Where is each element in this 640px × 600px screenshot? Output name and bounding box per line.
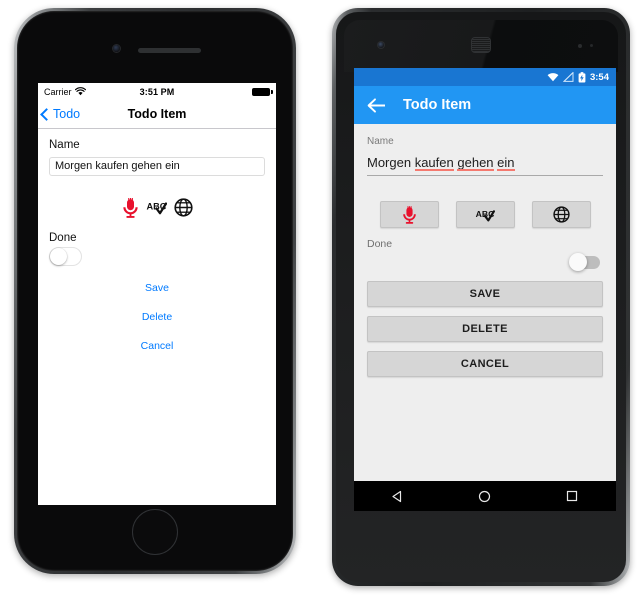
misspelled-word: gehen [457, 155, 494, 171]
spellcheck-button[interactable]: ABC [455, 201, 515, 228]
light-sensor [590, 44, 593, 47]
signal-icon [562, 72, 574, 82]
ios-nav-bar: Todo Todo Item [38, 100, 276, 129]
action-links: Save Delete Cancel [49, 282, 265, 352]
translate-button[interactable] [531, 201, 591, 228]
status-time: 3:51 PM [139, 86, 175, 97]
proximity-sensor [578, 44, 582, 48]
misspelled-word: ein [497, 155, 515, 171]
wifi-icon [547, 73, 559, 82]
iphone-screen: Carrier 3:51 PM Todo Todo Item Name Morg… [38, 83, 276, 505]
earpiece-speaker [138, 48, 201, 53]
iphone-bezel: Carrier 3:51 PM Todo Todo Item Name Morg… [17, 11, 293, 571]
page-title: Todo Item [403, 97, 472, 113]
android-back-icon[interactable] [381, 481, 415, 511]
done-toggle[interactable] [49, 246, 82, 266]
toggle-thumb [50, 247, 67, 265]
android-screen: 3:54 Todo Item Name Morgen kaufen gehen … [354, 68, 616, 511]
save-button[interactable]: SAVE [367, 281, 603, 307]
android-app-bar: Todo Item [354, 86, 616, 124]
spellcheck-icon[interactable]: ABC [146, 199, 167, 216]
battery-icon [252, 87, 273, 96]
arrow-left-icon[interactable] [367, 97, 386, 113]
front-camera [113, 45, 120, 52]
iphone-device: Carrier 3:51 PM Todo Todo Item Name Morg… [14, 8, 296, 574]
name-input[interactable]: Morgen kaufen gehen ein [367, 154, 603, 176]
icon-button-row: ABC [367, 201, 603, 228]
name-input-value: Morgen kaufen gehen ein [367, 155, 515, 171]
globe-icon [552, 206, 570, 223]
dual-phone-mockup: Carrier 3:51 PM Todo Todo Item Name Morg… [0, 0, 640, 600]
page-title: Todo Item [127, 107, 187, 121]
microphone-icon [402, 205, 417, 224]
delete-button[interactable]: DELETE [367, 316, 603, 342]
ios-content: Name Morgen kaufen gehen ein ABC Done Sa… [38, 129, 276, 352]
ios-status-bar: Carrier 3:51 PM [38, 83, 276, 100]
done-row: Done [367, 238, 603, 271]
android-device: 3:54 Todo Item Name Morgen kaufen gehen … [332, 8, 630, 586]
globe-icon[interactable] [173, 198, 193, 217]
done-label: Done [367, 238, 393, 250]
delete-button[interactable]: Delete [49, 311, 265, 323]
cancel-button[interactable]: Cancel [49, 340, 265, 352]
front-camera [378, 42, 384, 48]
battery-charging-icon [578, 71, 586, 82]
microphone-icon[interactable] [122, 197, 139, 218]
status-right-group [252, 87, 273, 96]
save-button[interactable]: Save [49, 282, 265, 294]
name-label: Name [367, 136, 394, 147]
android-home-icon[interactable] [468, 481, 502, 511]
misspelled-word: kaufen [414, 155, 454, 171]
action-buttons: SAVE DELETE CANCEL [367, 281, 603, 377]
android-recents-icon[interactable] [555, 481, 589, 511]
android-content: Name Morgen kaufen gehen ein ABC Done SA… [354, 124, 616, 377]
android-nav-bar [354, 481, 616, 511]
name-label: Name [49, 139, 80, 151]
android-status-bar: 3:54 [354, 68, 616, 86]
done-toggle[interactable] [569, 253, 600, 271]
spellcheck-icon: ABC [474, 207, 496, 223]
name-input[interactable] [49, 156, 265, 176]
icon-button-row: ABC [49, 197, 265, 218]
done-label: Done [49, 231, 77, 244]
home-button[interactable] [132, 509, 178, 555]
cancel-button[interactable]: CANCEL [367, 351, 603, 377]
microphone-button[interactable] [379, 201, 439, 228]
android-bezel: 3:54 Todo Item Name Morgen kaufen gehen … [336, 12, 626, 582]
status-time: 3:54 [589, 71, 609, 83]
earpiece-speaker [472, 38, 490, 52]
done-toggle-wrap [367, 253, 603, 271]
toggle-thumb [569, 253, 587, 271]
